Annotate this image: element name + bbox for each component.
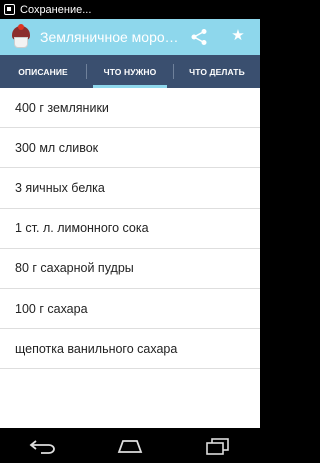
home-icon (117, 439, 143, 453)
list-item: щепотка ванильного сахара (0, 329, 260, 370)
star-icon[interactable]: ★ (230, 27, 246, 45)
recents-button[interactable] (197, 434, 237, 458)
list-item: 80 г сахарной пудры (0, 249, 260, 289)
app-icon[interactable] (8, 24, 34, 50)
ingredient-list: 400 г земляники 300 мл сливок 3 яичных б… (0, 88, 260, 428)
page-title: Земляничное морож... (40, 29, 180, 45)
tab-bar: ОПИСАНИЕ ЧТО НУЖНО ЧТО ДЕЛАТЬ (0, 55, 260, 88)
notification-icon (4, 4, 15, 15)
list-item: 1 ст. л. лимонного сока (0, 209, 260, 249)
list-item: 100 г сахара (0, 289, 260, 330)
list-item: 300 мл сливок (0, 128, 260, 169)
navigation-bar (0, 428, 260, 463)
list-item: 3 яичных белка (0, 168, 260, 209)
tab-ingredients[interactable]: ЧТО НУЖНО (87, 55, 173, 88)
share-icon[interactable] (190, 28, 208, 46)
tab-directions[interactable]: ЧТО ДЕЛАТЬ (174, 55, 260, 88)
back-button[interactable] (23, 434, 63, 458)
list-item: 400 г земляники (0, 88, 260, 129)
action-bar: Земляничное морож... ★ (0, 19, 260, 55)
back-icon (29, 439, 56, 454)
recents-icon (205, 437, 229, 455)
tab-description[interactable]: ОПИСАНИЕ (0, 55, 86, 88)
home-button[interactable] (110, 434, 150, 458)
status-notification-text: Сохранение... (20, 3, 92, 16)
status-bar: Сохранение... (0, 0, 260, 19)
